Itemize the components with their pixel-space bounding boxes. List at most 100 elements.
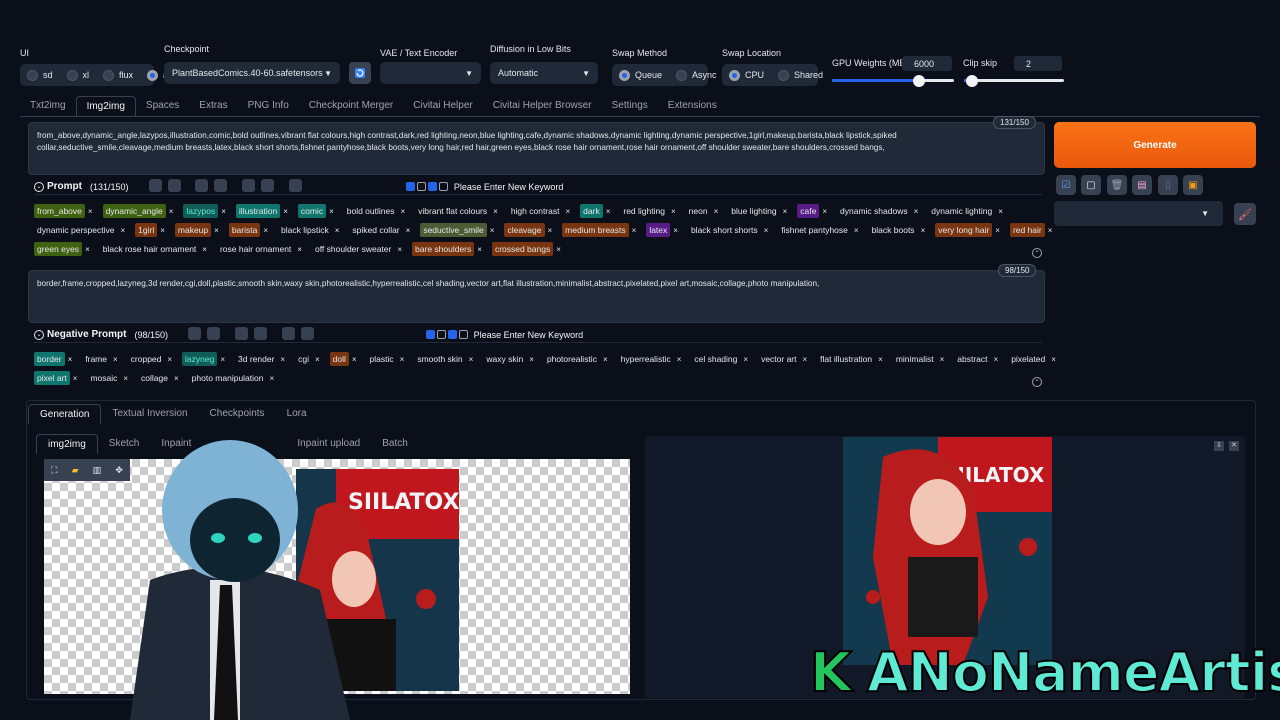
tag-chip[interactable]: bold outlines — [344, 204, 398, 218]
tag-chip[interactable]: cafe — [797, 204, 820, 218]
diffusion-select[interactable]: Automatic ▼ — [490, 62, 598, 84]
checkbox-icon[interactable] — [405, 182, 415, 191]
swap-method-async[interactable]: Async — [669, 64, 724, 86]
extra-networks-button[interactable]: ▤ — [1132, 175, 1152, 195]
copy-icon[interactable] — [195, 178, 209, 192]
remove-tag-icon[interactable]: × — [671, 207, 676, 216]
remove-tag-icon[interactable]: × — [297, 245, 302, 254]
bookmark-icon[interactable] — [253, 326, 267, 340]
paste-button[interactable]: ▢ — [1081, 175, 1101, 195]
remove-tag-icon[interactable]: × — [490, 226, 495, 235]
gear-icon[interactable] — [207, 326, 220, 340]
negative-keyword-input[interactable]: Please Enter New Keyword — [474, 330, 584, 340]
remove-tag-icon[interactable]: × — [315, 355, 320, 364]
tag-chip[interactable]: seductive_smile — [420, 223, 487, 237]
remove-tag-icon[interactable]: × — [220, 355, 225, 364]
tag-chip[interactable]: cropped — [128, 352, 165, 366]
tag-chip[interactable]: spiked collar — [349, 223, 402, 237]
timer-icon[interactable] — [416, 182, 426, 191]
remove-tag-icon[interactable]: × — [822, 207, 827, 216]
ui-option-xl[interactable]: xl — [60, 64, 97, 86]
tab-lora[interactable]: Lora — [276, 404, 318, 424]
tab-settings[interactable]: Settings — [602, 96, 658, 116]
remove-tag-icon[interactable]: × — [400, 355, 405, 364]
tag-chip[interactable]: plastic — [367, 352, 397, 366]
tag-chip[interactable]: very long hair — [935, 223, 993, 237]
tag-chip[interactable]: crossed bangs — [491, 242, 554, 256]
tab-spaces[interactable]: Spaces — [136, 96, 189, 116]
remove-tag-icon[interactable]: × — [400, 207, 405, 216]
download-icon[interactable]: ⇩ — [1214, 441, 1224, 451]
remove-tag-icon[interactable]: × — [854, 226, 859, 235]
tag-chip[interactable]: vibrant flat colours — [415, 204, 490, 218]
remove-tag-icon[interactable]: × — [743, 355, 748, 364]
ui-option-sd[interactable]: sd — [20, 64, 60, 86]
tag-chip[interactable]: black short shorts — [688, 223, 761, 237]
gear-icon[interactable] — [167, 178, 181, 192]
remove-tag-icon[interactable]: × — [673, 226, 678, 235]
remove-tag-icon[interactable]: × — [565, 207, 570, 216]
tag-chip[interactable]: from_above — [34, 204, 85, 218]
checkbox-icon[interactable] — [425, 330, 435, 339]
swap-method-queue[interactable]: Queue — [612, 64, 669, 86]
remove-tag-icon[interactable]: × — [921, 226, 926, 235]
remove-tag-icon[interactable]: × — [477, 245, 482, 254]
remove-tag-icon[interactable]: × — [113, 355, 118, 364]
remove-tag-icon[interactable]: × — [783, 207, 788, 216]
tag-chip[interactable]: 1girl — [135, 223, 158, 237]
clip-skip-slider-track[interactable] — [964, 79, 1064, 82]
tag-chip[interactable]: dynamic lighting — [928, 204, 995, 218]
remove-tag-icon[interactable]: × — [120, 226, 125, 235]
tag-chip[interactable]: neon — [686, 204, 711, 218]
remove-tag-icon[interactable]: × — [397, 245, 402, 254]
clip-skip-slider-thumb[interactable] — [966, 75, 978, 87]
tab-textual-inversion[interactable]: Textual Inversion — [101, 404, 198, 424]
tab-checkpoints[interactable]: Checkpoints — [199, 404, 276, 424]
collapse-icon[interactable]: ⌃ — [1032, 248, 1042, 258]
tag-chip[interactable]: waxy skin — [483, 352, 526, 366]
tag-chip[interactable]: pixel art — [34, 371, 70, 385]
clear-prompt-button[interactable]: 🗑 — [1107, 175, 1127, 195]
tag-chip[interactable]: illustration — [235, 204, 281, 218]
remove-tag-icon[interactable]: × — [406, 226, 411, 235]
tag-chip[interactable]: off shoulder sweater — [312, 242, 394, 256]
generate-button[interactable]: Generate — [1054, 122, 1256, 168]
tag-chip[interactable]: flat illustration — [817, 352, 875, 366]
globe-icon[interactable] — [188, 326, 201, 340]
remove-tag-icon[interactable]: × — [169, 207, 174, 216]
remove-tag-icon[interactable]: × — [469, 355, 474, 364]
tag-chip[interactable]: mosaic — [87, 371, 120, 385]
remove-tag-icon[interactable]: × — [529, 355, 534, 364]
remove-tag-icon[interactable]: × — [221, 207, 226, 216]
remove-tag-icon[interactable]: × — [914, 207, 919, 216]
remove-tag-icon[interactable]: × — [202, 245, 207, 254]
tag-chip[interactable]: cel shading — [691, 352, 740, 366]
remove-tag-icon[interactable]: × — [68, 355, 73, 364]
bookmark-icon[interactable] — [214, 178, 228, 192]
refresh-checkpoint-button[interactable] — [349, 62, 371, 84]
tag-chip[interactable]: medium breasts — [562, 223, 629, 237]
tag-chip[interactable]: border — [34, 352, 65, 366]
tab-batch[interactable]: Batch — [371, 434, 419, 454]
styles-select[interactable]: ▼ — [1054, 201, 1223, 226]
folder-icon[interactable]: ▰ — [72, 465, 79, 476]
tab-generation[interactable]: Generation — [28, 404, 102, 424]
tag-chip[interactable]: black lipstick — [278, 223, 332, 237]
checkbox-icon[interactable] — [458, 330, 468, 339]
vae-select[interactable]: ▼ — [380, 62, 481, 84]
tag-chip[interactable]: dynamic shadows — [837, 204, 911, 218]
remove-tag-icon[interactable]: × — [160, 226, 165, 235]
ui-option-flux[interactable]: flux — [96, 64, 140, 86]
gpu-weights-input[interactable]: 6000 — [902, 56, 952, 71]
trash-icon[interactable] — [300, 326, 314, 340]
fullscreen-icon[interactable]: ⛶ — [51, 465, 57, 476]
copy-icon[interactable] — [234, 326, 248, 340]
read-params-button[interactable]: ☑ — [1056, 175, 1076, 195]
remove-tag-icon[interactable]: × — [940, 355, 945, 364]
tag-chip[interactable]: barista — [228, 223, 261, 237]
tag-chip[interactable]: cgi — [295, 352, 312, 366]
remove-tag-icon[interactable]: × — [556, 245, 561, 254]
tab-checkpoint-merger[interactable]: Checkpoint Merger — [299, 96, 403, 116]
tab-txt2img[interactable]: Txt2img — [20, 96, 76, 116]
tag-chip[interactable]: latex — [646, 223, 671, 237]
